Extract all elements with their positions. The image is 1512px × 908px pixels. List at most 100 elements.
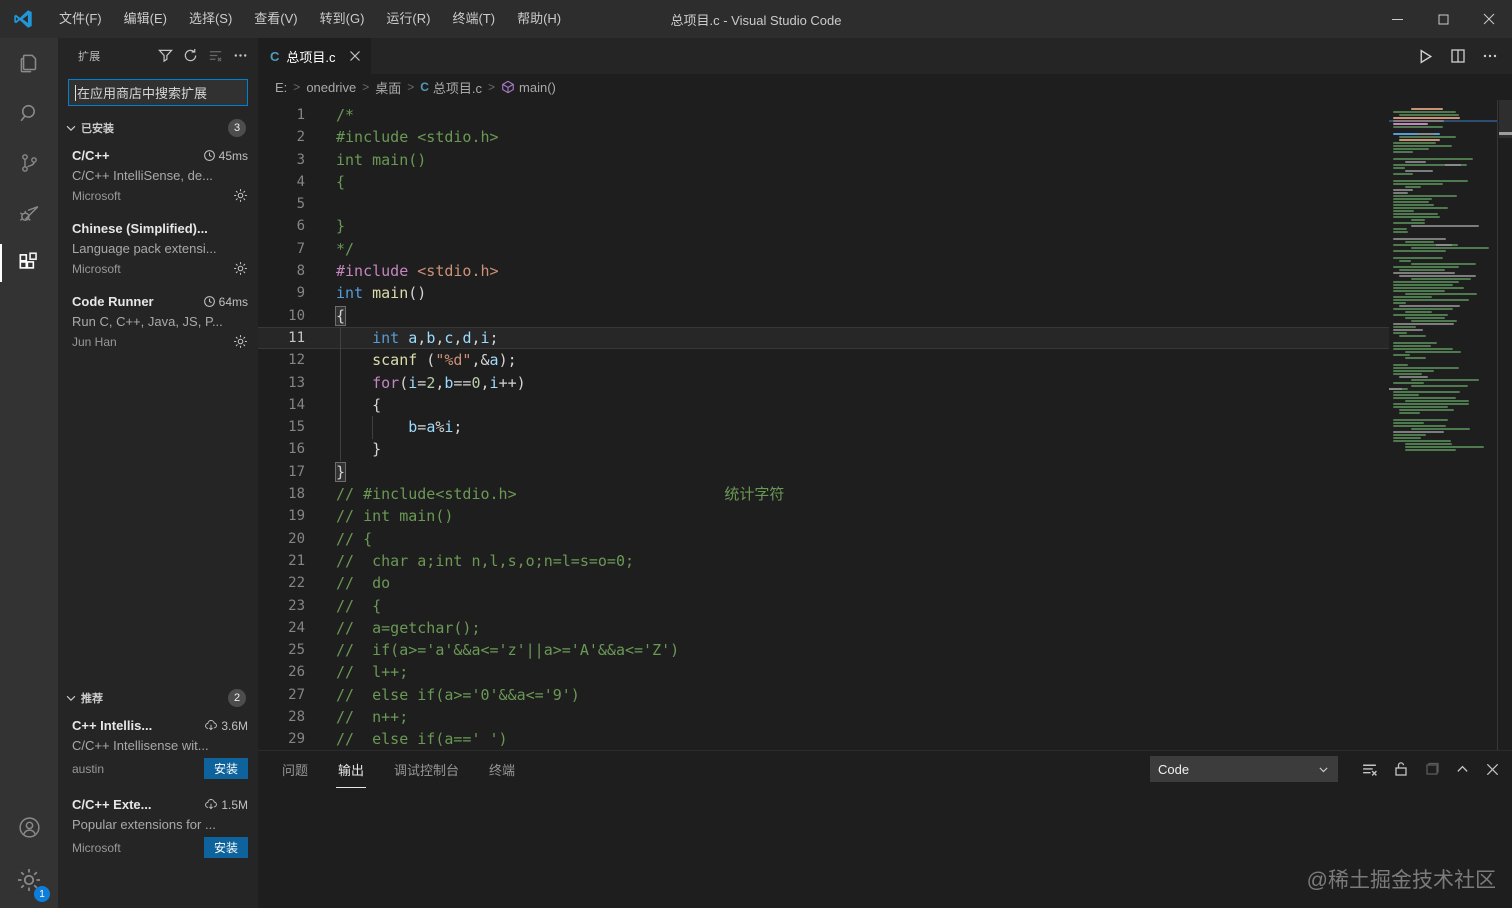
code-line-19[interactable]: 19 // int main() [258,505,1389,527]
menu-item-0[interactable]: 文件(F) [48,0,113,38]
menu-item-2[interactable]: 选择(S) [178,0,243,38]
code-line-6[interactable]: 6} [258,215,1389,237]
filter-icon[interactable] [158,48,173,63]
extension-item[interactable]: C/C++ Exte... 1.5M Popular extensions for … [58,789,258,868]
open-output-in-editor-icon[interactable] [1424,761,1440,777]
menu-item-7[interactable]: 帮助(H) [506,0,572,38]
code-line-8[interactable]: 8 #include <stdio.h> [258,260,1389,282]
manage-button[interactable]: 1 [0,852,58,908]
clear-output-icon[interactable] [1361,761,1378,778]
minimize-button[interactable] [1374,0,1420,38]
line-number: 6 [296,218,305,235]
code-line-27[interactable]: 27 // else if(a>='0'&&a<='9') [258,684,1389,706]
extension-item[interactable]: Chinese (Simplified)... Language pack ext… [58,213,258,286]
section-recommended[interactable]: 推荐 2 [58,686,258,710]
install-button[interactable]: 安装 [203,758,248,779]
code-area[interactable]: 1/* 2 #include <stdio.h> 3 int main() 4{5 6} 7 *… [258,100,1389,750]
line-number: 27 [288,686,305,703]
breadcrumb-item[interactable]: 桌面 [375,78,401,97]
split-editor-icon[interactable] [1450,48,1466,64]
minimap-code-row [1399,260,1412,262]
install-action[interactable]: 安装 [203,837,248,858]
more-actions-icon[interactable] [1482,48,1498,64]
more-actions-icon[interactable] [233,48,248,63]
manage-extension-icon[interactable] [233,188,248,203]
menu-item-5[interactable]: 运行(R) [375,0,441,38]
code-line-2[interactable]: 2 #include <stdio.h> [258,126,1389,148]
output-channel-select[interactable]: Code [1150,756,1338,782]
line-content: #include <stdio.h> [336,128,499,147]
accounts-button[interactable] [0,802,58,852]
refresh-icon[interactable] [183,48,198,63]
code-line-4[interactable]: 4{ [258,171,1389,193]
panel-tab-调试控制台[interactable]: 调试控制台 [392,751,461,788]
sidebar-item-source-control[interactable] [0,138,58,188]
code-line-3[interactable]: 3 int main() [258,149,1389,171]
menu-item-1[interactable]: 编辑(E) [113,0,178,38]
clear-search-icon[interactable] [208,48,223,63]
panel-tab-终端[interactable]: 终端 [487,751,517,788]
maximize-button[interactable] [1420,0,1466,38]
breadcrumb-item[interactable]: E: [275,80,287,95]
manage-extension-icon[interactable] [233,334,248,349]
indent-guide [340,327,341,461]
line-content: #include <stdio.h> [336,262,499,281]
extension-name: C/C++ [72,148,110,163]
code-line-10[interactable]: 10 { [258,305,1389,327]
sidebar-item-extensions[interactable] [0,238,58,288]
extension-search-input[interactable]: 在应用商店中搜索扩展 [68,79,248,106]
section-installed[interactable]: 已安装 3 [58,116,258,140]
code-line-20[interactable]: 20 // { [258,528,1389,550]
code-line-28[interactable]: 28 // n++; [258,706,1389,728]
sidebar-item-search[interactable] [0,88,58,138]
code-line-12[interactable]: 12 scanf ("%d",&a); [258,349,1389,371]
extension-item[interactable]: C++ Intellis... 3.6M C/C++ Intellisense wi… [58,710,258,789]
maximize-panel-icon[interactable] [1455,762,1470,777]
sidebar-item-run-debug[interactable] [0,188,58,238]
code-line-16[interactable]: 16 } [258,438,1389,460]
breadcrumb-item[interactable]: C 总项目.c [420,78,482,97]
extension-item[interactable]: C/C++ 45ms C/C++ IntelliSense, de... Micros… [58,140,258,213]
code-line-23[interactable]: 23 // { [258,595,1389,617]
manage-extension-icon[interactable] [233,261,248,276]
menu-item-6[interactable]: 终端(T) [441,0,506,38]
code-line-17[interactable]: 17} [258,461,1389,483]
minimap-code-row [1405,311,1433,313]
breadcrumb-item[interactable]: onedrive [306,80,356,95]
menu-item-4[interactable]: 转到(G) [309,0,376,38]
code-line-26[interactable]: 26 // l++; [258,661,1389,683]
run-code-icon[interactable] [1417,48,1434,65]
install-action[interactable]: 安装 [203,758,248,779]
code-line-11[interactable]: 11 int a,b,c,d,i; [258,326,1389,350]
minimap-code-row [1393,204,1434,206]
panel-tab-问题[interactable]: 问题 [280,751,310,788]
close-tab-icon[interactable] [349,50,361,62]
code-line-13[interactable]: 13 for(i=2,b==0,i++) [258,372,1389,394]
panel-tab-输出[interactable]: 输出 [336,751,367,788]
menu-item-3[interactable]: 查看(V) [243,0,308,38]
close-panel-icon[interactable] [1485,762,1500,777]
code-line-25[interactable]: 25 // if(a>='a'&&a<='z'||a>='A'&&a<='Z') [258,639,1389,661]
vertical-scrollbar[interactable] [1497,100,1512,750]
code-line-18[interactable]: 18 // #include<stdio.h> 统计字符 [258,483,1389,505]
code-line-14[interactable]: 14 { [258,394,1389,416]
extension-item[interactable]: Code Runner 64ms Run C, C++, Java, JS, P..… [58,286,258,359]
code-line-21[interactable]: 21 // char a;int n,l,s,o;n=l=s=o=0; [258,550,1389,572]
breadcrumb-item[interactable]: main() [501,80,556,95]
tab-file[interactable]: C 总项目.c [258,38,371,74]
code-line-29[interactable]: 29 // else if(a==' ') [258,728,1389,750]
code-line-5[interactable]: 5 [258,193,1389,215]
code-line-24[interactable]: 24 // a=getchar(); [258,617,1389,639]
close-window-button[interactable] [1466,0,1512,38]
minimap[interactable] [1389,100,1497,750]
code-line-9[interactable]: 9 int main() [258,282,1389,304]
code-line-22[interactable]: 22 // do [258,572,1389,594]
code-line-15[interactable]: 15 b=a%i; [258,416,1389,438]
install-button[interactable]: 安装 [203,837,248,858]
sidebar-item-explorer[interactable] [0,38,58,88]
minimap-code-row [1411,219,1425,221]
unlock-scroll-icon[interactable] [1393,761,1409,777]
code-line-1[interactable]: 1 /* [258,104,1389,126]
code-line-7[interactable]: 7 */ [258,238,1389,260]
minimap-code-row [1393,195,1457,197]
